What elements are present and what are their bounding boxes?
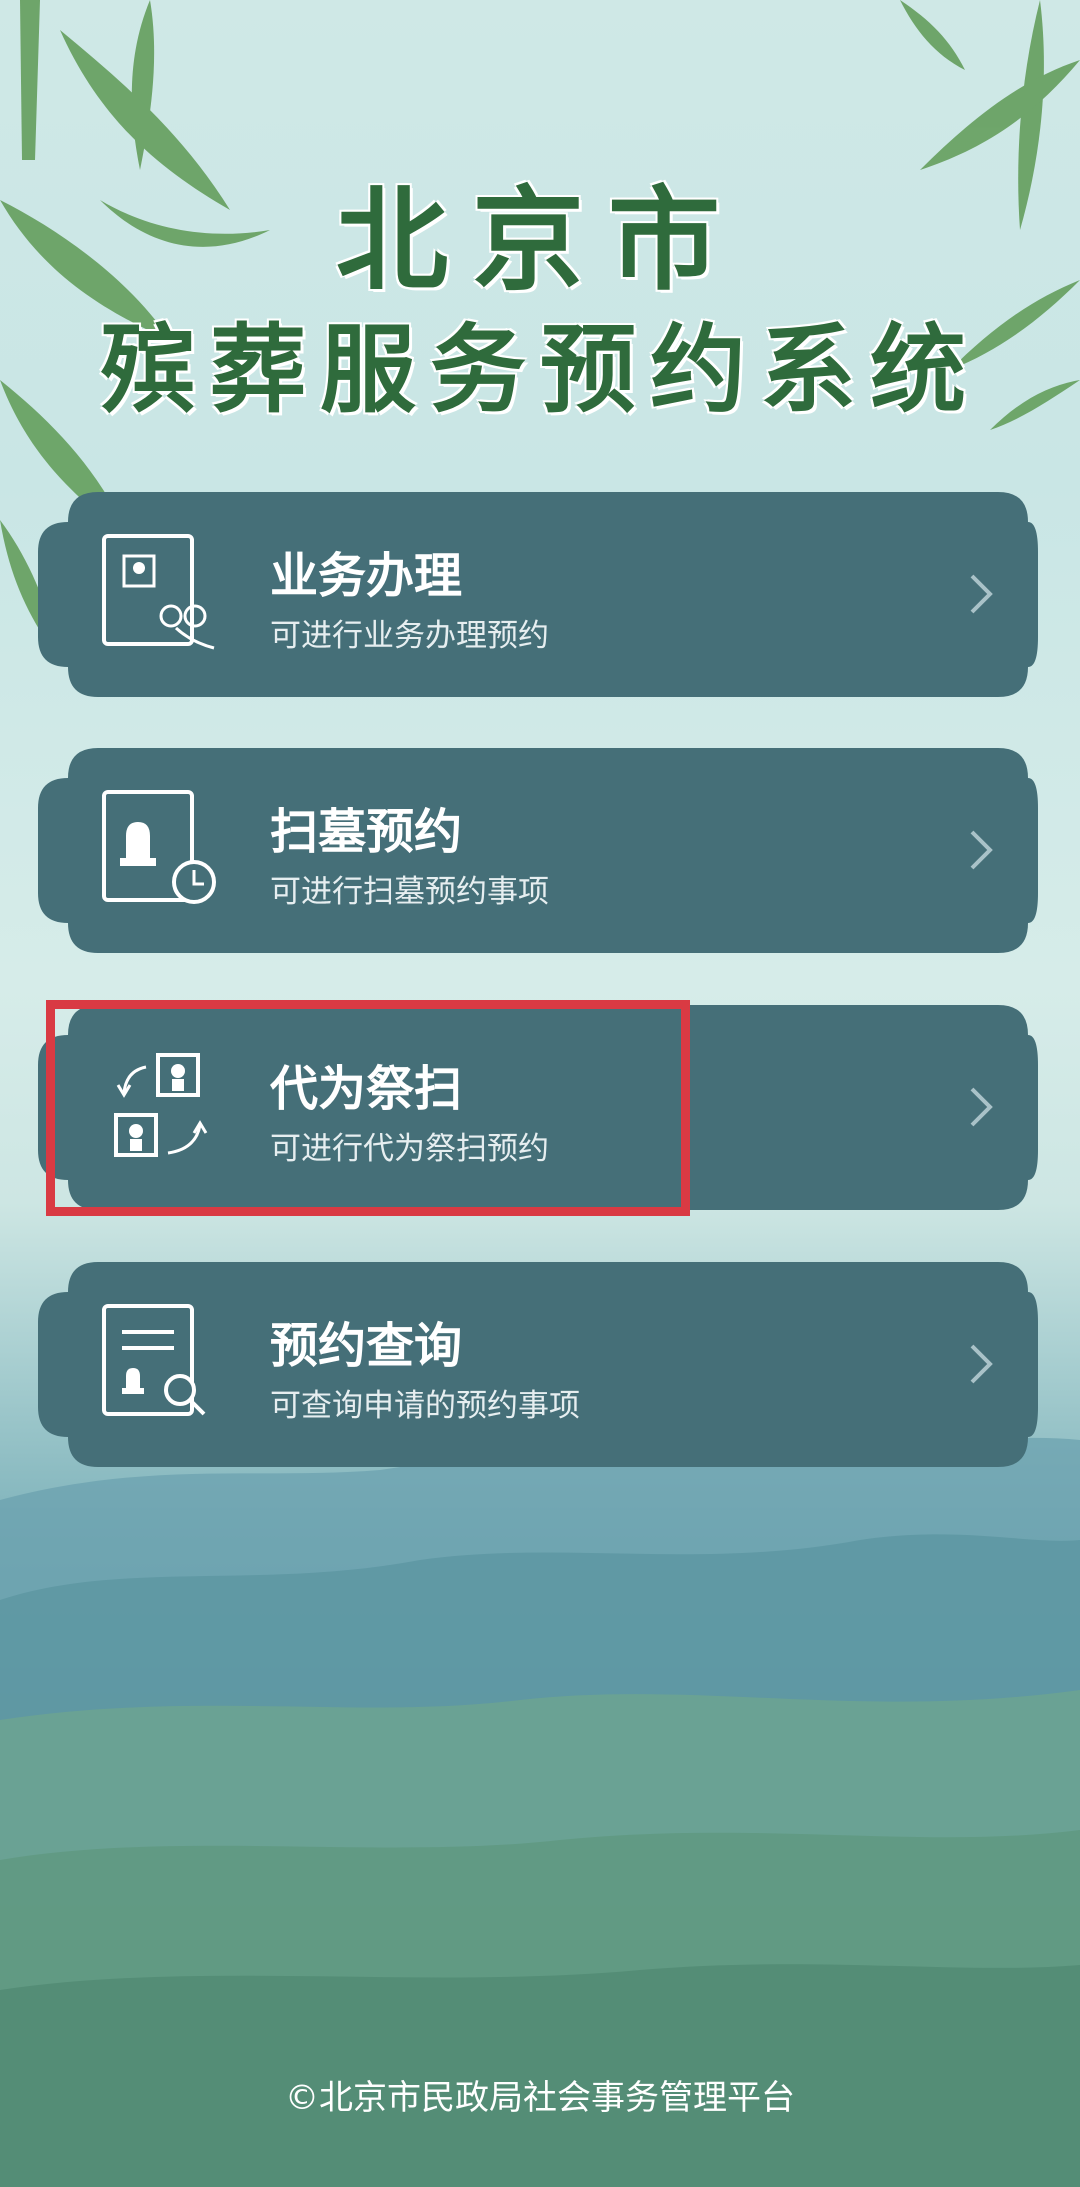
chevron-right-icon [970, 1344, 993, 1384]
document-search-icon [102, 1304, 206, 1416]
chevron-right-icon [970, 1087, 993, 1127]
card-title: 业务办理 [270, 548, 463, 604]
menu-card-business[interactable]: 业务办理 可进行业务办理预约 [38, 492, 1038, 697]
portrait-flower-icon [102, 534, 215, 650]
page-title-line2: 殡葬服务预约系统 [100, 313, 980, 426]
menu-card-appointment-query[interactable]: 预约查询 可查询申请的预约事项 [38, 1262, 1038, 1467]
card-subtitle: 可进行业务办理预约 [270, 618, 549, 654]
footer-copyright: ©北京市民政局社会事务管理平台 [285, 2078, 795, 2118]
card-title: 预约查询 [270, 1318, 463, 1374]
menu-card-tomb-sweeping[interactable]: 扫墓预约 可进行扫墓预约事项 [38, 748, 1038, 953]
tomb-clock-icon [102, 790, 216, 904]
card-subtitle: 可进行扫墓预约事项 [270, 874, 549, 910]
chevron-right-icon [970, 830, 993, 870]
card-subtitle: 可查询申请的预约事项 [270, 1388, 580, 1424]
highlight-box [46, 1000, 690, 1216]
page-title-line1: 北京市 [336, 175, 744, 306]
chevron-right-icon [970, 574, 993, 614]
card-title: 扫墓预约 [270, 804, 463, 860]
